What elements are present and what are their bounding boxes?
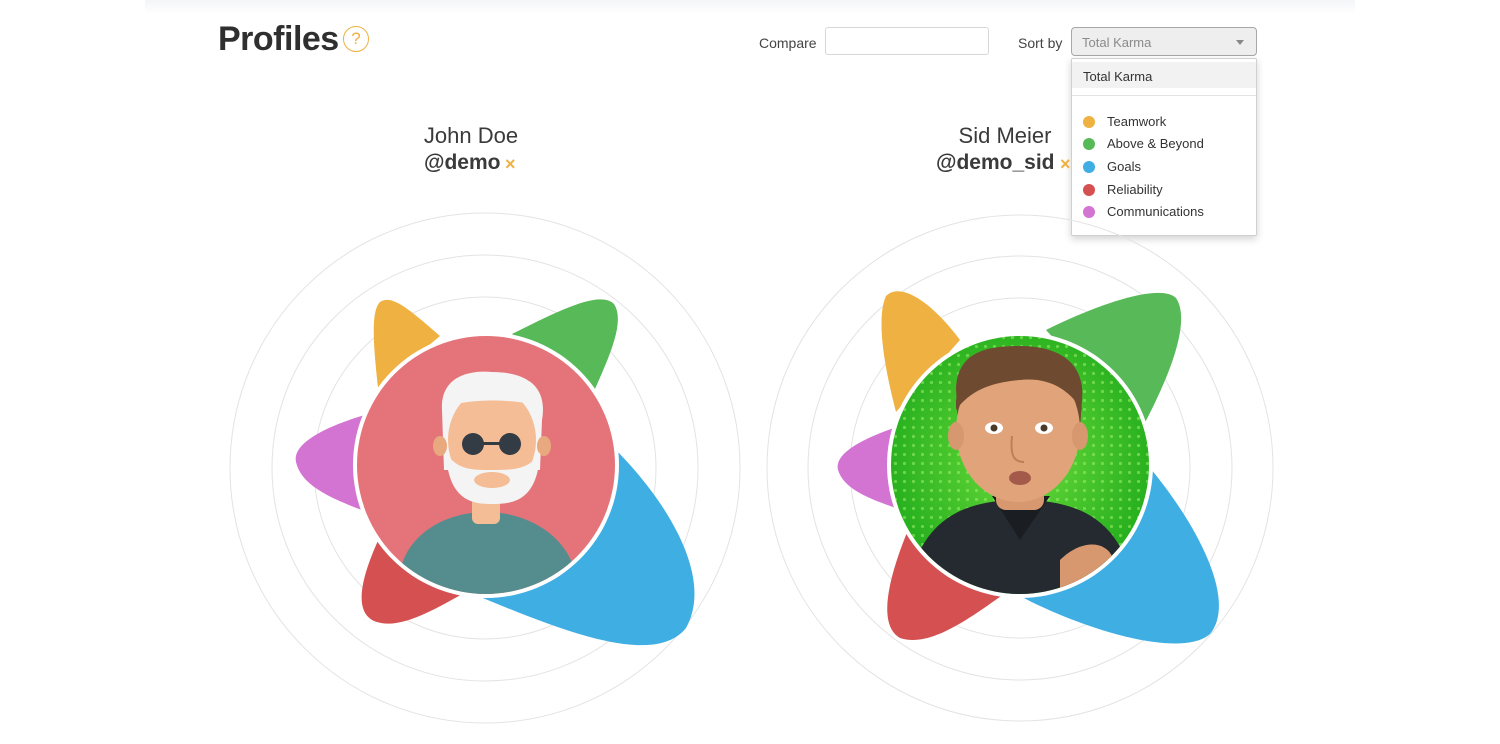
profile-chart-john-doe: [229, 212, 741, 724]
profile-chart-sid-meier: [766, 214, 1274, 722]
karma-charts: [229, 212, 1274, 724]
